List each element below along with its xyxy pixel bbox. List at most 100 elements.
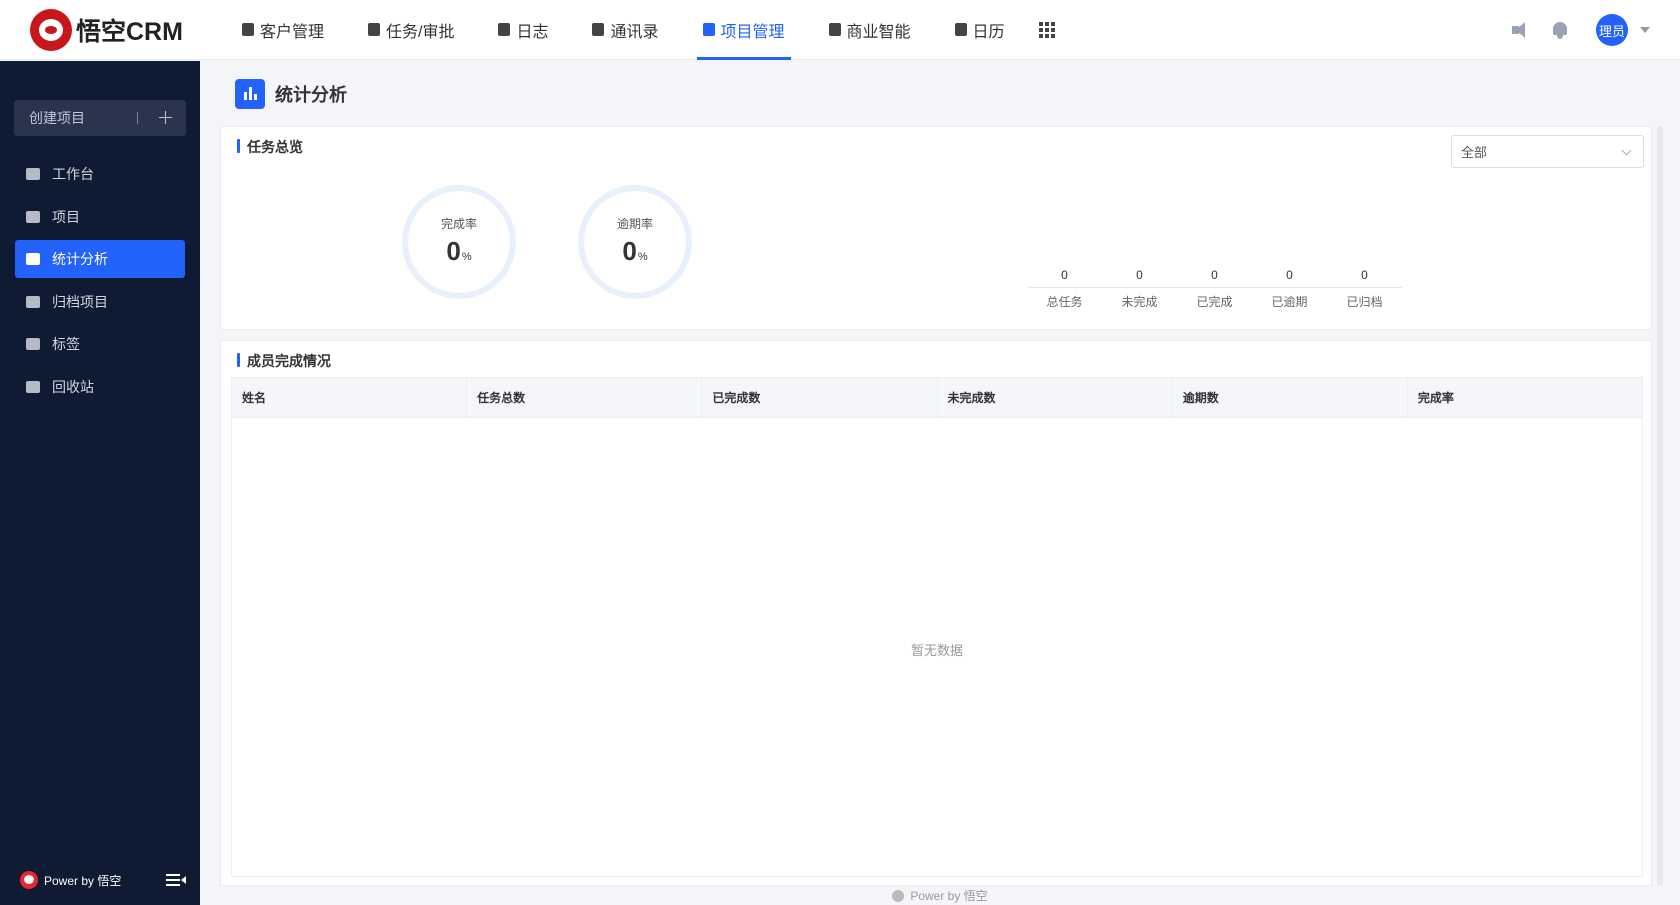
completion-rate-value: 0% <box>446 235 472 266</box>
nav-bi[interactable]: 商业智能 <box>813 0 927 60</box>
overdue-rate-ring: 逾期率 0% <box>578 185 692 299</box>
stat-incomplete-value: 0 <box>1136 268 1143 282</box>
task-overview-card: 任务总览 全部 完成率 0% 逾期率 0% 0 0 0 0 0 总任务 未完成 … <box>220 126 1652 330</box>
completion-rate-ring: 完成率 0% <box>402 185 516 299</box>
nav-calendar[interactable]: 日历 <box>939 0 1021 60</box>
brand-logo[interactable]: 悟空CRM <box>30 8 206 51</box>
stat-overdue-value: 0 <box>1286 268 1293 282</box>
section-title: 任务总览 <box>237 137 303 157</box>
scope-select[interactable]: 全部 <box>1451 135 1644 168</box>
top-right-tools: 理员 <box>1512 0 1650 60</box>
nav-label: 通讯录 <box>610 23 659 41</box>
nav-log[interactable]: 日志 <box>482 0 564 60</box>
nav-label: 任务/审批 <box>386 23 455 41</box>
stat-archived-value: 0 <box>1361 268 1368 282</box>
member-completion-card: 成员完成情况 姓名 任务总数 已完成数 未完成数 逾期数 完成率 暂无数据 <box>220 340 1652 886</box>
monitor-icon <box>26 168 40 180</box>
column-header-rate[interactable]: 完成率 <box>1408 378 1642 417</box>
brand-name: 悟空CRM <box>76 17 183 46</box>
list-icon <box>26 210 40 223</box>
divider <box>1027 287 1402 288</box>
tag-icon <box>26 338 40 350</box>
cube-icon <box>828 23 841 36</box>
monkey-logo-icon <box>30 8 72 51</box>
member-table: 姓名 任务总数 已完成数 未完成数 逾期数 完成率 暂无数据 <box>231 377 1643 877</box>
create-project-button[interactable]: 创建项目 <box>14 100 186 136</box>
nav-contacts[interactable]: 通讯录 <box>576 0 674 60</box>
page-header: 统计分析 <box>235 78 347 110</box>
stat-overdue-label: 已逾期 <box>1271 295 1308 309</box>
bell-icon[interactable] <box>1552 21 1568 39</box>
bar-chart-icon <box>235 79 265 109</box>
column-header-completed[interactable]: 已完成数 <box>702 378 938 417</box>
stat-incomplete-label: 未完成 <box>1121 295 1158 309</box>
avatar[interactable]: 理员 <box>1596 14 1628 46</box>
column-header-overdue[interactable]: 逾期数 <box>1173 378 1408 417</box>
chevron-down-icon[interactable] <box>1640 27 1650 33</box>
column-header-incomplete[interactable]: 未完成数 <box>938 378 1173 417</box>
stat-total-label: 总任务 <box>1046 295 1083 309</box>
sidebar-item-label: 项目 <box>52 208 80 225</box>
sidebar-footer: Power by 悟空 <box>20 869 186 891</box>
column-header-name[interactable]: 姓名 <box>232 378 468 417</box>
nav-label: 客户管理 <box>260 23 325 41</box>
sidebar-item-recycle-bin[interactable]: 回收站 <box>15 368 185 406</box>
project-icon <box>702 23 715 36</box>
powered-by-text: Power by 悟空 <box>44 873 122 888</box>
page-footer: Power by 悟空 <box>200 886 1680 905</box>
page-scrollbar[interactable] <box>1657 126 1663 886</box>
main-nav: 客户管理 任务/审批 日志 通讯录 项目管理 商业智能 日历 <box>226 0 1055 60</box>
nav-label: 日志 <box>516 23 549 41</box>
stat-archived-label: 已归档 <box>1346 295 1383 309</box>
address-book-icon <box>592 23 605 36</box>
table-header: 姓名 任务总数 已完成数 未完成数 逾期数 完成率 <box>232 378 1642 418</box>
nav-projects[interactable]: 项目管理 <box>687 0 801 60</box>
top-navbar: 悟空CRM 客户管理 任务/审批 日志 通讯录 项目管理 商业智能 日历 理员 <box>0 0 1680 60</box>
sidebar-item-archived[interactable]: 归档项目 <box>15 283 185 321</box>
briefcase-icon <box>368 23 381 36</box>
sidebar-item-label: 统计分析 <box>52 251 108 267</box>
create-project-label: 创建项目 <box>29 110 85 126</box>
sidebar-item-tags[interactable]: 标签 <box>15 325 185 363</box>
stat-total-value: 0 <box>1061 268 1068 282</box>
nav-tasks[interactable]: 任务/审批 <box>352 0 470 60</box>
calendar-icon <box>954 23 967 36</box>
sidebar-item-label: 标签 <box>52 336 80 352</box>
overdue-rate-value: 0% <box>622 235 648 266</box>
speaker-icon[interactable] <box>1512 22 1530 38</box>
archive-icon <box>26 295 40 308</box>
stat-completed-label: 已完成 <box>1196 295 1233 309</box>
monkey-logo-icon <box>20 871 38 889</box>
notebook-icon <box>498 23 511 36</box>
plus-icon <box>159 111 172 124</box>
completion-rate-label: 完成率 <box>440 216 477 231</box>
chevron-down-icon <box>1621 145 1632 156</box>
empty-state-text: 暂无数据 <box>910 643 963 658</box>
sidebar-item-workbench[interactable]: 工作台 <box>15 155 185 193</box>
apps-grid-icon[interactable] <box>1038 21 1055 38</box>
nav-label: 商业智能 <box>846 23 911 41</box>
sidebar-item-label: 回收站 <box>52 378 94 395</box>
document-icon <box>242 23 254 36</box>
sidebar-item-label: 归档项目 <box>52 293 108 310</box>
sidebar-item-label: 工作台 <box>52 166 94 182</box>
sidebar-item-projects[interactable]: 项目 <box>15 198 185 236</box>
sidebar-menu: 工作台 项目 统计分析 归档项目 标签 回收站 <box>0 155 200 410</box>
nav-label: 日历 <box>972 23 1005 41</box>
nav-label: 项目管理 <box>720 23 785 41</box>
stat-completed-value: 0 <box>1211 268 1218 282</box>
monkey-logo-icon <box>892 889 905 902</box>
sidebar: 创建项目 工作台 项目 统计分析 归档项目 标签 回收站 Power by 悟空 <box>0 61 200 905</box>
task-stats: 0 0 0 0 0 总任务 未完成 已完成 已逾期 已归档 <box>1027 265 1402 312</box>
divider <box>137 112 138 124</box>
bar-chart-icon <box>26 253 40 265</box>
sidebar-item-statistics[interactable]: 统计分析 <box>15 240 185 278</box>
powered-by-text: Power by 悟空 <box>910 889 988 903</box>
section-title: 成员完成情况 <box>237 351 331 371</box>
column-header-total[interactable]: 任务总数 <box>467 378 703 417</box>
scope-select-value: 全部 <box>1461 145 1488 160</box>
trash-icon <box>26 380 40 393</box>
overdue-rate-label: 逾期率 <box>616 216 653 231</box>
collapse-menu-icon[interactable] <box>166 874 186 887</box>
nav-customer[interactable]: 客户管理 <box>226 0 340 60</box>
